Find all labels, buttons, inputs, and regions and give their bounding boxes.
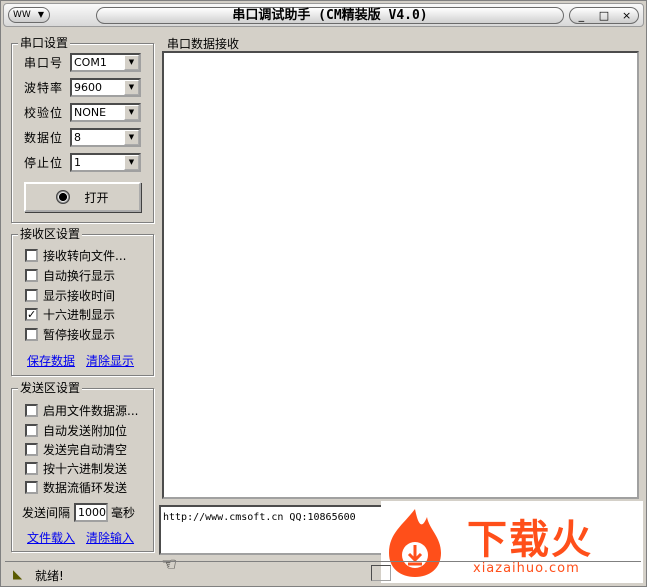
baud-row: 波特率 9600 ▼ [24, 77, 141, 97]
baud-label: 波特率 [24, 80, 64, 95]
databits-label: 数据位 [24, 130, 64, 145]
send-option-file-source[interactable]: 启用文件数据源... [25, 401, 138, 419]
send-option-auto-clear[interactable]: 发送完自动清空 [25, 440, 127, 458]
databits-select[interactable]: 8 ▼ [70, 127, 141, 147]
watermark-name: 下载火 [467, 517, 593, 563]
checkbox-label: 接收转向文件... [43, 248, 127, 263]
recv-option-auto-wrap[interactable]: 自动换行显示 [25, 266, 115, 284]
checkbox-label: 发送完自动清空 [43, 442, 128, 457]
serial-settings-title: 串口设置 [18, 36, 71, 50]
checkbox-label: 按十六进制发送 [43, 461, 128, 476]
send-interval-label: 发送间隔 [22, 505, 71, 520]
port-label: 串口号 [24, 55, 64, 70]
parity-row: 校验位 NONE ▼ [24, 102, 141, 122]
send-settings-group: 发送区设置 启用文件数据源... 自动发送附加位 发送完自动清空 按十六进制发送… [11, 381, 154, 552]
checkbox[interactable] [25, 268, 38, 282]
clear-display-link[interactable]: 清除显示 [86, 352, 134, 369]
port-value: COM1 [74, 55, 107, 69]
chevron-down-icon[interactable]: ▼ [124, 154, 139, 170]
chevron-down-icon[interactable]: ▼ [124, 79, 139, 95]
recv-option-show-time[interactable]: 显示接收时间 [25, 286, 115, 304]
checkbox[interactable] [25, 423, 38, 437]
status-led-icon [56, 190, 71, 204]
recv-option-hex-display[interactable]: ✓ 十六进制显示 [25, 305, 115, 323]
status-bar: ◣ 就绪! [5, 561, 641, 583]
parity-label: 校验位 [24, 105, 64, 120]
send-option-hex[interactable]: 按十六进制发送 [25, 459, 127, 477]
databits-value: 8 [74, 130, 81, 144]
load-file-link[interactable]: 文件载入 [27, 529, 75, 546]
serial-settings-group: 串口设置 串口号 COM1 ▼ 波特率 9600 ▼ 校验位 NONE ▼ 数据… [11, 36, 154, 223]
recv-option-pause[interactable]: 暂停接收显示 [25, 325, 115, 343]
checkbox-label: 自动换行显示 [43, 268, 116, 283]
stopbits-row: 停止位 1 ▼ [24, 152, 141, 172]
open-port-button[interactable]: 打开 [24, 182, 141, 212]
chevron-down-icon: ▼ [37, 10, 44, 19]
minimize-button[interactable]: _ [572, 8, 590, 23]
main-window: WW ▼ 串口调试助手 (CM精装版 V4.0) _ □ × 串口设置 串口号 … [0, 0, 647, 587]
send-textarea[interactable]: http://www.cmsoft.cn QQ:10865600 [159, 505, 385, 555]
app-icon: WW [13, 10, 31, 20]
checkbox[interactable] [25, 248, 38, 262]
parity-value: NONE [74, 105, 107, 119]
checkbox[interactable] [25, 327, 38, 341]
window-title: 串口调试助手 (CM精装版 V4.0) [96, 7, 564, 24]
close-button[interactable]: × [618, 8, 636, 23]
stopbits-value: 1 [74, 155, 81, 169]
checkbox[interactable] [25, 461, 38, 475]
checkbox[interactable] [25, 403, 38, 417]
baud-value: 9600 [74, 80, 102, 94]
port-select[interactable]: COM1 ▼ [70, 52, 141, 72]
checkbox-label: 数据流循环发送 [43, 480, 128, 495]
baud-select[interactable]: 9600 ▼ [70, 77, 141, 97]
chevron-down-icon[interactable]: ▼ [124, 104, 139, 120]
stopbits-select[interactable]: 1 ▼ [70, 152, 141, 172]
checkbox-label: 暂停接收显示 [43, 327, 116, 342]
checkbox[interactable] [25, 288, 38, 302]
clear-input-link[interactable]: 清除输入 [86, 529, 134, 546]
checkbox-label: 自动发送附加位 [43, 423, 128, 438]
maximize-button[interactable]: □ [595, 8, 613, 23]
databits-row: 数据位 8 ▼ [24, 127, 141, 147]
receive-settings-title: 接收区设置 [18, 227, 83, 241]
status-text: 就绪! [35, 569, 64, 583]
chevron-down-icon[interactable]: ▼ [124, 129, 139, 145]
send-settings-title: 发送区设置 [18, 381, 83, 395]
checkbox[interactable] [25, 442, 38, 456]
port-row: 串口号 COM1 ▼ [24, 52, 141, 72]
parity-select[interactable]: NONE ▼ [70, 102, 141, 122]
checkbox-label: 十六进制显示 [43, 307, 116, 322]
receive-textarea[interactable] [162, 51, 639, 499]
checkbox-label: 启用文件数据源... [43, 403, 139, 418]
window-controls: _ □ × [569, 7, 639, 24]
checkbox-label: 显示接收时间 [43, 288, 116, 303]
checkbox-checked[interactable]: ✓ [25, 307, 38, 321]
send-option-append-bits[interactable]: 自动发送附加位 [25, 421, 127, 439]
receive-panel-title: 串口数据接收 [167, 37, 240, 51]
recv-option-to-file[interactable]: 接收转向文件... [25, 246, 126, 264]
save-data-link[interactable]: 保存数据 [27, 352, 75, 369]
status-icon: ◣ [13, 567, 23, 581]
system-menu-button[interactable]: WW ▼ [8, 7, 50, 23]
open-button-label: 打开 [84, 190, 109, 205]
send-option-loop[interactable]: 数据流循环发送 [25, 478, 127, 496]
send-interval-input[interactable]: 1000 [74, 502, 109, 522]
title-bar[interactable]: WW ▼ 串口调试助手 (CM精装版 V4.0) _ □ × [3, 3, 644, 27]
chevron-down-icon[interactable]: ▼ [124, 54, 139, 70]
checkbox[interactable] [25, 480, 38, 494]
send-interval-row: 发送间隔 1000 毫秒 [22, 502, 135, 522]
status-field [371, 565, 391, 581]
stopbits-label: 停止位 [24, 155, 64, 170]
send-interval-unit: 毫秒 [111, 505, 136, 520]
receive-settings-group: 接收区设置 接收转向文件... 自动换行显示 显示接收时间 ✓ 十六进制显示 暂… [11, 227, 154, 376]
